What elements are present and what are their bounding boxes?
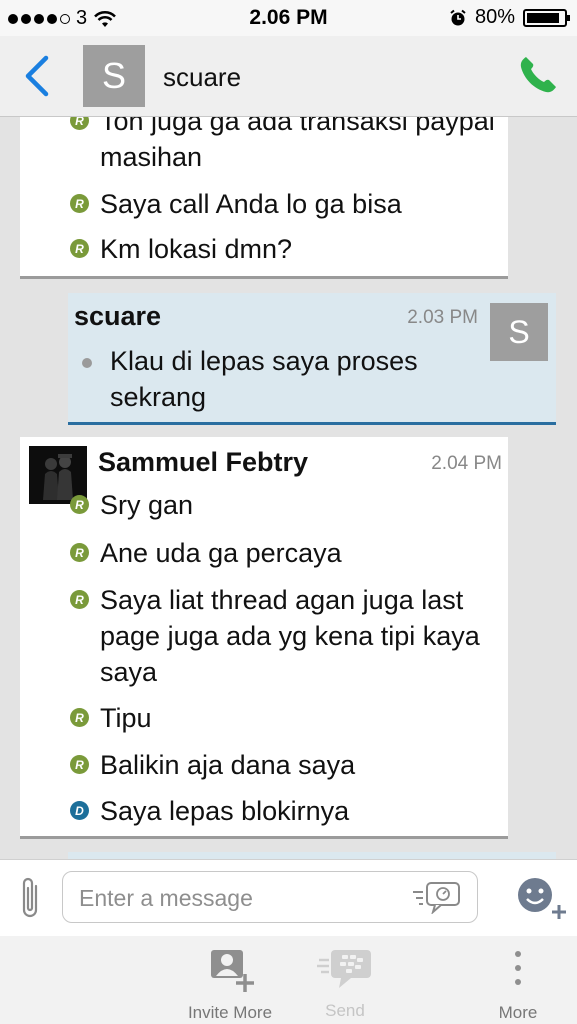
send-bbm-icon	[317, 950, 371, 988]
send-button[interactable]: Send	[305, 946, 385, 1021]
read-receipt-icon: R	[70, 495, 89, 514]
bullet-icon	[82, 358, 92, 368]
battery-percent: 80%	[474, 6, 515, 28]
message-line: R Balikin aja dana saya	[70, 747, 500, 783]
contact-avatar[interactable]: S	[83, 45, 145, 107]
attachment-clip-icon[interactable]	[16, 874, 46, 922]
message-text: Sry gan	[100, 490, 194, 520]
chat-message-list[interactable]: R Toh juga ga ada transaksi paypal masih…	[0, 117, 577, 859]
contact-name[interactable]: scuare	[163, 62, 241, 93]
message-line: R Toh juga ga ada transaksi paypal masih…	[70, 117, 500, 175]
message-line: R Tipu	[70, 700, 500, 736]
send-label: Send	[325, 1001, 365, 1020]
read-receipt-icon: R	[70, 194, 89, 213]
read-receipt-icon: R	[70, 590, 89, 609]
sender-name: scuare	[74, 301, 162, 331]
invite-person-icon	[211, 950, 254, 992]
message-line: R Ane uda ga percaya	[70, 535, 500, 571]
message-text: Saya call Anda lo ga bisa	[100, 189, 402, 219]
message-timestamp: 2.03 PM	[407, 307, 478, 328]
message-card-own: scuare 2.03 PM S Klau di lepas saya pros…	[68, 293, 556, 425]
message-line: R Km lokasi dmn?	[70, 231, 500, 267]
message-line: Klau di lepas saya proses sekrang	[82, 343, 510, 415]
message-line: R Saya call Anda lo ga bisa	[70, 186, 500, 222]
invite-more-button[interactable]: Invite More	[180, 946, 280, 1023]
alarm-icon	[450, 9, 466, 25]
message-text: Ane uda ga percaya	[100, 538, 342, 568]
message-input[interactable]	[77, 884, 421, 913]
message-input-box[interactable]	[62, 871, 478, 923]
bottom-action-bar: Invite More Send More	[0, 936, 577, 1024]
message-card-own-peek	[68, 852, 556, 859]
message-composer	[0, 859, 577, 937]
phone-call-icon[interactable]	[517, 54, 559, 96]
message-text: Saya lepas blokirnya	[100, 796, 350, 826]
more-label: More	[498, 1003, 538, 1022]
message-line: R Saya liat thread agan juga last page j…	[70, 582, 500, 690]
message-text: Balikin aja dana saya	[100, 750, 356, 780]
more-vertical-icon	[515, 951, 521, 985]
battery-icon	[523, 8, 570, 27]
chat-header: S scuare	[0, 36, 577, 117]
message-text: Toh juga ga ada transaksi paypal masihan	[100, 117, 495, 172]
read-receipt-icon: R	[70, 543, 89, 562]
message-timestamp: 2.04 PM	[431, 453, 502, 474]
message-text: Tipu	[100, 703, 152, 733]
emoji-add-icon[interactable]	[517, 877, 567, 919]
status-right: 80%	[449, 6, 570, 29]
message-text: Klau di lepas saya proses sekrang	[110, 346, 418, 412]
message-card: R Toh juga ga ada transaksi paypal masih…	[20, 117, 508, 279]
read-receipt-icon: R	[70, 708, 89, 727]
message-line: D Saya lepas blokirnya	[70, 793, 500, 829]
read-receipt-icon: R	[70, 755, 89, 774]
more-button[interactable]: More	[488, 946, 548, 1023]
message-text: Km lokasi dmn?	[100, 234, 293, 264]
quick-chat-icon[interactable]	[411, 880, 463, 914]
read-receipt-icon: R	[70, 239, 89, 258]
sender-name: Sammuel Febtry	[98, 447, 309, 477]
invite-more-label: Invite More	[187, 1003, 273, 1022]
status-bar: 3 2.06 PM 80%	[0, 0, 577, 36]
read-receipt-icon: R	[70, 117, 89, 130]
back-chevron-icon[interactable]	[22, 54, 52, 98]
message-line: R Sry gan	[70, 487, 500, 523]
message-text: Saya liat thread agan juga last page jug…	[100, 585, 480, 687]
delivered-receipt-icon: D	[70, 801, 89, 820]
message-card: Sammuel Febtry 2.04 PM R Sry gan R Ane u…	[20, 437, 508, 839]
